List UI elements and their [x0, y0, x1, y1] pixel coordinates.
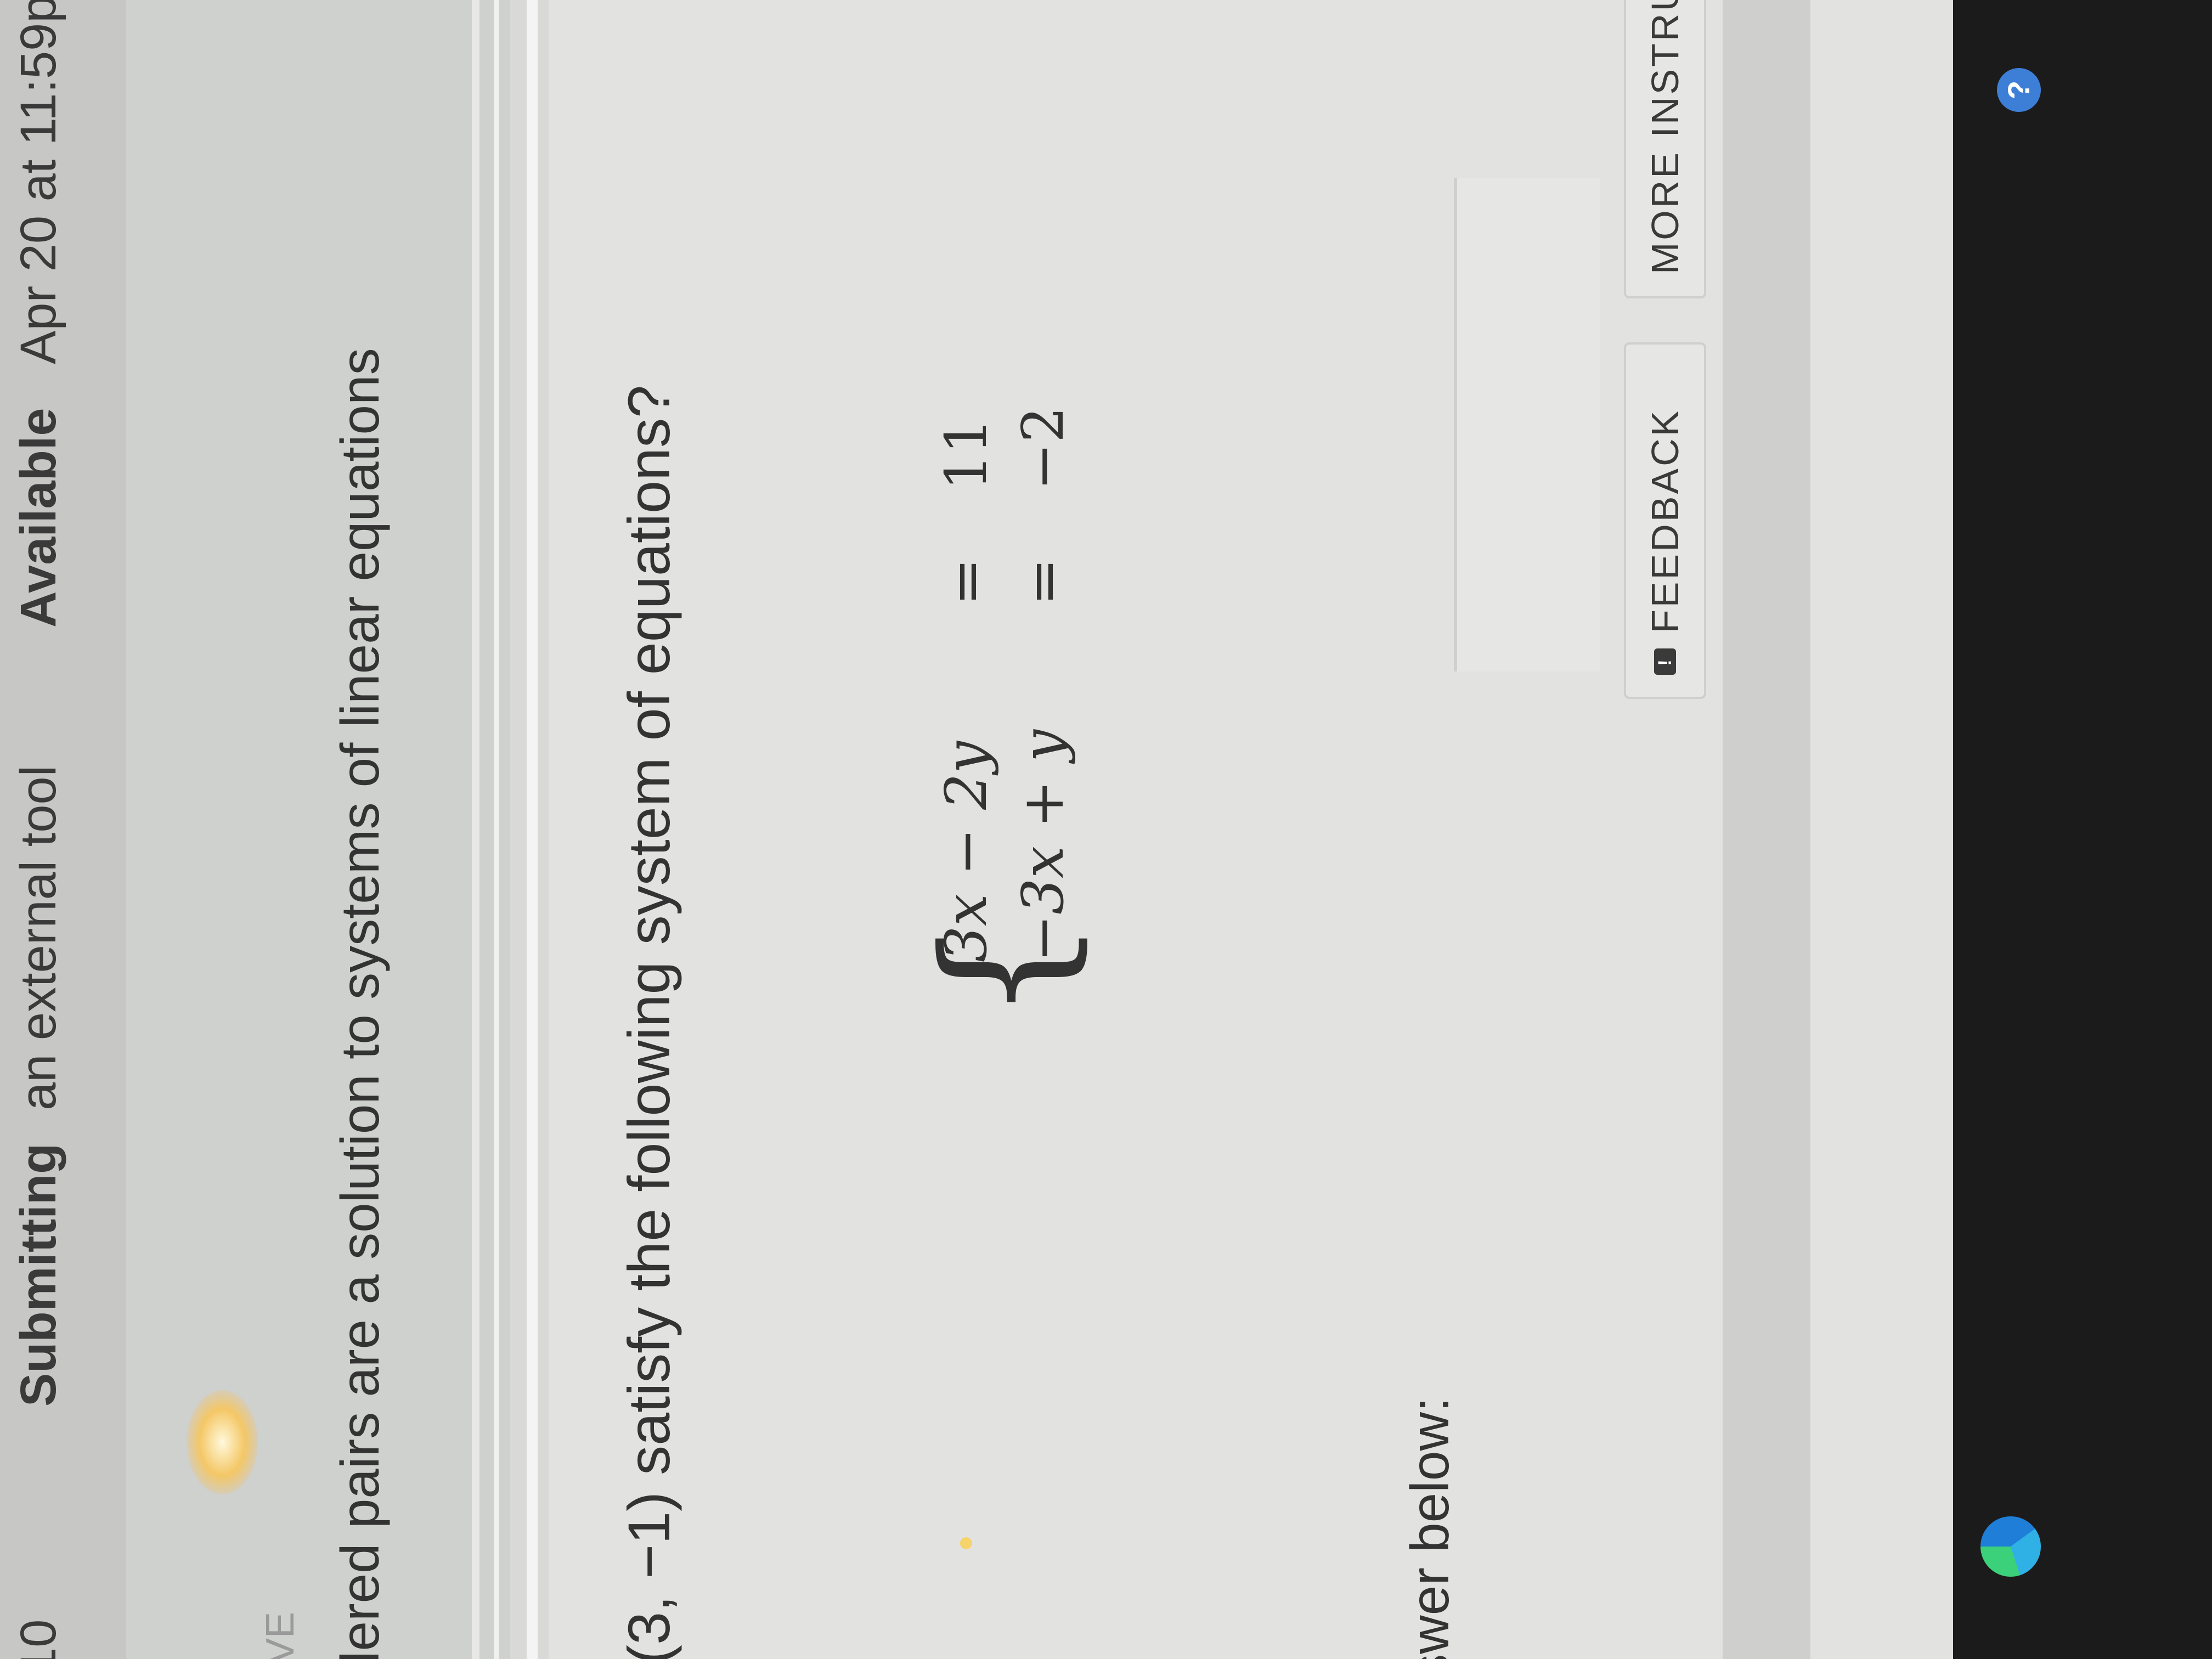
equation-row: 3x − 2y = 11 [933, 304, 1000, 962]
action-bar: ! FEEDBACK MORE INSTRU [1624, 0, 1723, 1659]
equation-equals: = [1009, 557, 1076, 606]
help-icon[interactable]: ? [1997, 68, 2041, 112]
taskbar [1953, 0, 2212, 1659]
equation-lhs: 3x − 2y [933, 741, 1000, 962]
bullet-dot [960, 1537, 972, 1549]
more-instructions-button[interactable]: MORE INSTRU [1624, 0, 1706, 298]
equation-equals: = [933, 557, 1000, 606]
edge-browser-icon[interactable] [1980, 1516, 2041, 1577]
glare-light [187, 1390, 258, 1494]
question-prompt: (3, −1) satisfy the following system of … [616, 385, 682, 1659]
divider [527, 0, 538, 1659]
more-instructions-label: MORE INSTRU [1644, 0, 1686, 274]
equation-system: { 3x − 2y = 11 −3x + y = −2 [908, 309, 1099, 1023]
page: 10 Submitting an external tool Available… [0, 0, 2212, 1659]
available-label: Available [10, 408, 66, 628]
available-date: Apr 20 at 11:59pm [10, 0, 66, 364]
answer-label: swer below: [1400, 1397, 1460, 1659]
equation-rhs: −2 [1009, 406, 1076, 490]
equation-row: −3x + y = −2 [1009, 304, 1076, 962]
submitting-label: Submitting [10, 1143, 66, 1407]
assignment-topbar: 10 Submitting an external tool Available… [0, 0, 126, 1659]
equation-lhs: −3x + y [1009, 730, 1076, 962]
feedback-button[interactable]: ! FEEDBACK [1624, 342, 1706, 699]
divider [494, 0, 499, 1659]
section-mark: VE [258, 1611, 302, 1659]
feedback-label: FEEDBACK [1644, 408, 1686, 633]
answer-area[interactable] [1454, 178, 1600, 672]
equation-rhs: 11 [933, 417, 1000, 490]
submitting-value: an external tool [10, 765, 66, 1110]
footer-band [1723, 0, 1810, 1659]
feedback-icon: ! [1654, 648, 1676, 675]
assignment-header [126, 0, 510, 1659]
divider [472, 0, 479, 1659]
question-number: 10 [10, 1619, 66, 1659]
assignment-title: dered pairs are a solution to systems of… [330, 348, 390, 1659]
